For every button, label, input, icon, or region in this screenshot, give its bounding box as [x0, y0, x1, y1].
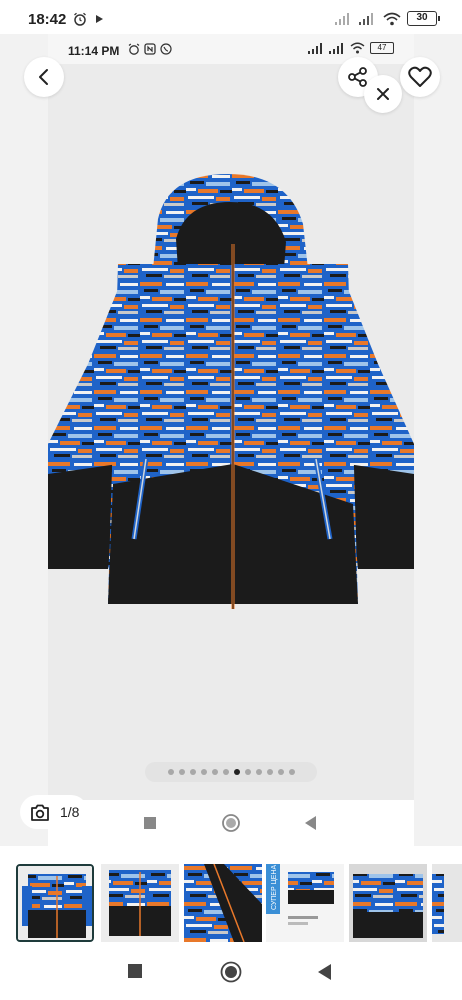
home-icon[interactable] [220, 961, 242, 983]
recents-icon[interactable] [143, 816, 157, 830]
photo-counter[interactable]: 1/8 [20, 795, 88, 829]
inner-status-icons [128, 43, 172, 55]
pager-dot[interactable] [222, 769, 229, 775]
inner-screenshot: 11:14 PM 47 [48, 34, 414, 814]
back-button[interactable] [24, 57, 64, 97]
kids-winter-jacket-image [48, 174, 414, 609]
viber-icon [160, 43, 172, 55]
system-navigation-bar [0, 950, 462, 1000]
pager-dot[interactable] [255, 769, 262, 775]
gray-edge [414, 34, 462, 846]
gallery-pager[interactable] [145, 762, 317, 782]
pager-dot[interactable] [189, 769, 196, 775]
home-icon[interactable] [221, 813, 241, 833]
back-nav-icon[interactable] [303, 815, 317, 831]
battery-icon: 47 [370, 42, 394, 54]
pager-dot[interactable] [288, 769, 295, 775]
pager-dot[interactable] [244, 769, 251, 775]
battery-icon: 30 [407, 11, 440, 26]
pager-dot[interactable] [178, 769, 185, 775]
thumb-front[interactable] [16, 864, 94, 942]
thumb-partial[interactable] [432, 864, 462, 942]
close-button[interactable] [364, 75, 402, 113]
signal-icon [359, 13, 373, 25]
pager-dot-active[interactable] [233, 769, 240, 775]
pager-dot[interactable] [266, 769, 273, 775]
close-icon [377, 88, 389, 100]
status-time: 18:42 [28, 11, 67, 28]
thumb-folded[interactable] [349, 864, 427, 942]
inner-navigation-bar [48, 800, 414, 846]
recents-icon[interactable] [128, 964, 142, 978]
product-image[interactable] [48, 64, 414, 814]
status-left-icons [73, 12, 105, 26]
gray-edge [0, 34, 48, 846]
pager-dot[interactable] [200, 769, 207, 775]
play-icon [96, 15, 103, 23]
heart-icon [408, 66, 432, 87]
pager-dot[interactable] [277, 769, 284, 775]
camera-icon [31, 804, 49, 821]
thumb-screenshot[interactable]: СУПЕР ЦЕНА [266, 864, 344, 942]
screen: 18:42 30 11:14 PM 47 1/8 СУПЕР ЦЕНА [0, 0, 462, 1000]
status-right-icons: 30 [335, 11, 440, 26]
photo-counter-text: 1/8 [60, 804, 80, 820]
alarm-icon [128, 43, 140, 55]
alarm-icon [74, 12, 86, 26]
back-arrow-icon [39, 69, 48, 85]
pager-dot[interactable] [211, 769, 218, 775]
thumb-detail[interactable] [184, 864, 262, 942]
wifi-icon [383, 12, 401, 25]
signal-icon [329, 42, 343, 54]
thumbnail-strip: СУПЕР ЦЕНА [0, 854, 462, 950]
signal-icon [335, 13, 349, 25]
back-nav-icon[interactable] [316, 963, 332, 981]
inner-status-right: 47 [308, 42, 394, 54]
thumb-promo-text: СУПЕР ЦЕНА [271, 865, 278, 910]
wifi-icon [350, 42, 365, 54]
inner-status-time: 11:14 PM [68, 44, 120, 58]
nfc-icon [144, 43, 156, 55]
favorite-button[interactable] [400, 57, 440, 97]
signal-icon [308, 42, 322, 54]
thumb-front-small[interactable] [101, 864, 179, 942]
pager-dot[interactable] [167, 769, 174, 775]
